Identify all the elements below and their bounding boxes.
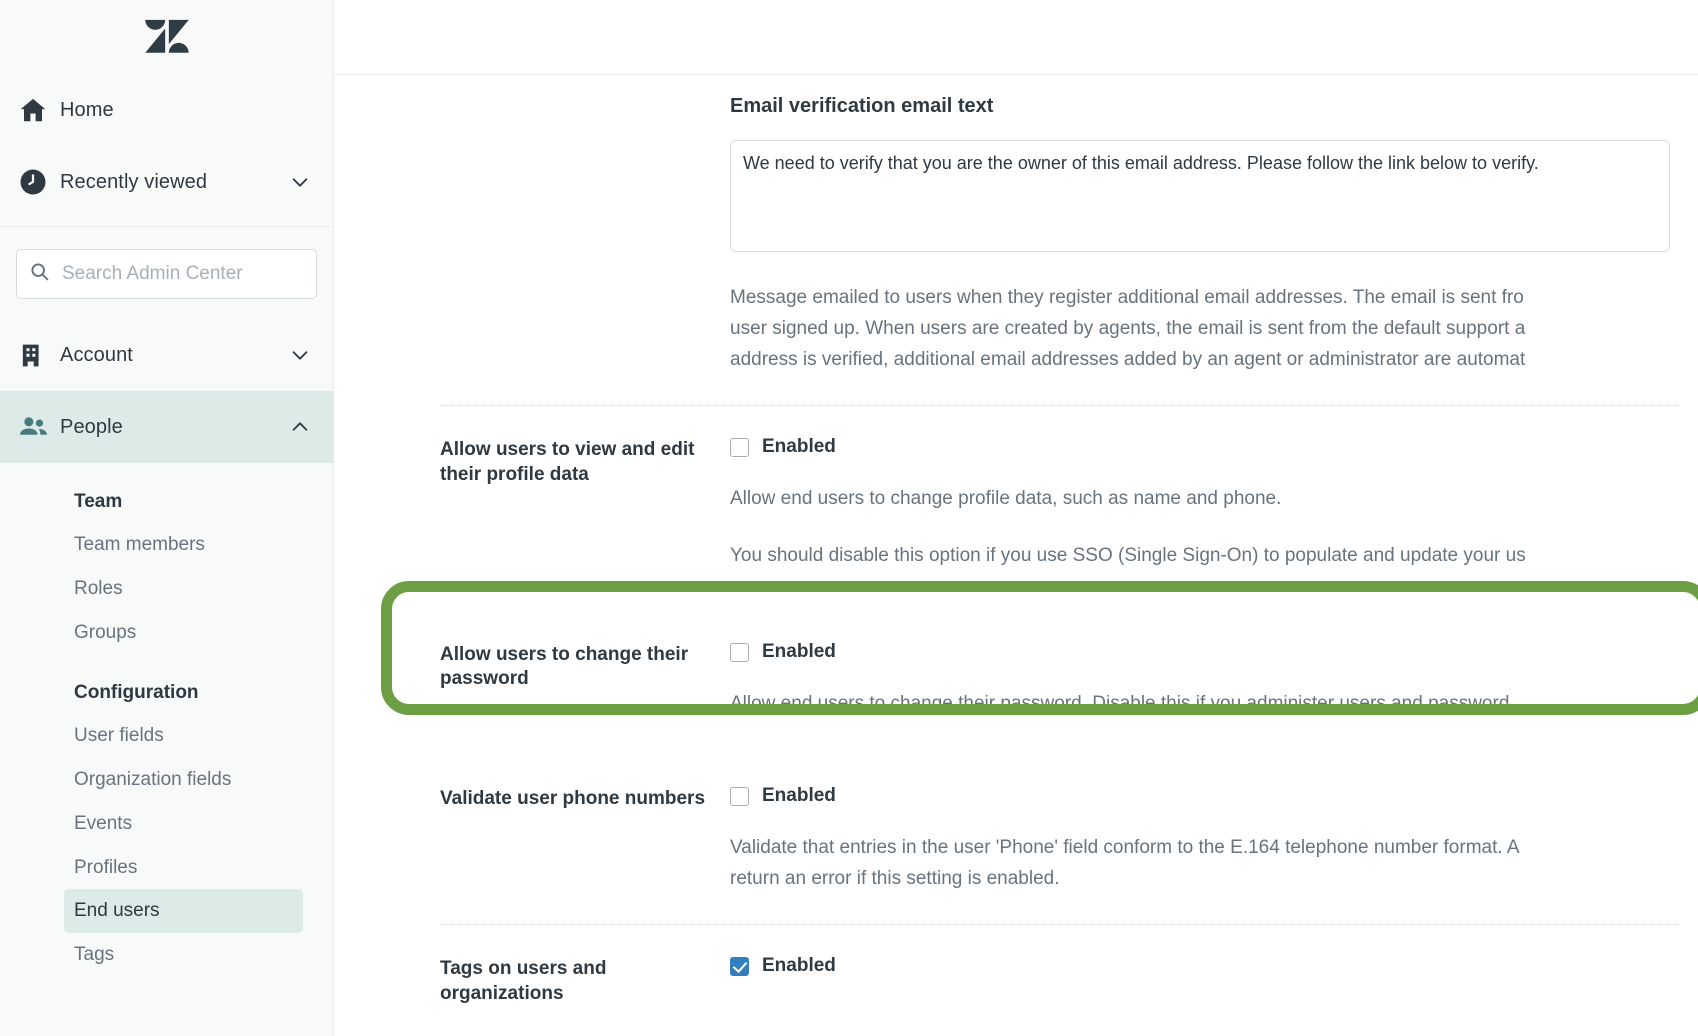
checkbox-label: Enabled [762, 436, 836, 458]
row-field: Enabled Validate that entries in the use… [730, 785, 1680, 894]
sidebar-item-team-members[interactable]: Team members [64, 523, 303, 567]
sidebar: Home Recently viewed Search Admin Center… [0, 0, 334, 1036]
validate-phone-checkbox[interactable] [730, 786, 749, 806]
search-box[interactable] [16, 249, 317, 299]
sidebar-item-label: Account [60, 343, 133, 366]
row-field: Enabled Allow end users to change profil… [730, 436, 1680, 571]
row-label-validate-phone: Validate user phone numbers [440, 788, 706, 810]
checkbox-label: Enabled [762, 955, 836, 977]
setting-row-email-verification: Email verification email text Message em… [440, 75, 1680, 405]
sidebar-item-recently-viewed[interactable]: Recently viewed [0, 146, 333, 218]
clock-icon [16, 167, 60, 197]
sidebar-item-label: Home [60, 98, 114, 121]
sidebar-item-tags[interactable]: Tags [64, 933, 303, 977]
search-input[interactable] [62, 263, 304, 285]
page-header [334, 0, 1698, 75]
setting-row-validate-phone: Validate user phone numbers Enabled Vali… [440, 757, 1680, 924]
profile-data-description-2: You should disable this option if you us… [730, 544, 1526, 566]
checkbox-row[interactable]: Enabled [730, 785, 1680, 807]
settings-form: Email verification email text Message em… [334, 75, 1698, 1036]
row-label-profile-data: Allow users to view and edit their profi… [440, 439, 695, 485]
people-icon [16, 412, 60, 443]
sidebar-item-groups[interactable]: Groups [64, 611, 303, 655]
subnav-group-configuration: Configuration [74, 682, 199, 704]
checkbox-row[interactable]: Enabled [730, 436, 1680, 458]
validate-phone-description: Validate that entries in the user 'Phone… [730, 837, 1520, 889]
row-label-tags: Tags on users and organizations [440, 958, 607, 1004]
tags-checkbox[interactable] [730, 956, 749, 976]
row-label [440, 95, 730, 97]
chevron-up-icon[interactable] [289, 416, 311, 438]
subnav-group-team: Team [74, 491, 123, 512]
sidebar-item-label: Recently viewed [60, 170, 208, 193]
primary-nav: Home Recently viewed [0, 74, 333, 226]
row-label-change-password: Allow users to change their password [440, 644, 689, 690]
sidebar-item-end-users[interactable]: End users [64, 889, 303, 933]
building-icon [16, 341, 60, 370]
field-title-email-verification: Email verification email text [730, 95, 994, 117]
search-container [0, 227, 333, 319]
profile-data-description-1: Allow end users to change profile data, … [730, 488, 1282, 510]
checkbox-label: Enabled [762, 785, 836, 807]
checkbox-row[interactable]: Enabled [730, 641, 1680, 663]
sidebar-item-home[interactable]: Home [0, 74, 333, 146]
change-password-checkbox[interactable] [730, 642, 749, 662]
main-content: Email verification email text Message em… [334, 0, 1698, 1036]
row-field: Enabled [730, 955, 1680, 977]
sidebar-item-people[interactable]: People [0, 391, 333, 463]
admin-center-app: Home Recently viewed Search Admin Center… [0, 0, 1698, 1036]
checkbox-row[interactable]: Enabled [730, 955, 1680, 977]
sidebar-item-account[interactable]: Account [0, 319, 333, 391]
search-icon [29, 261, 50, 287]
sidebar-item-label: People [60, 415, 123, 438]
chevron-down-icon[interactable] [289, 344, 311, 366]
profile-data-checkbox[interactable] [730, 437, 749, 457]
setting-row-tags: Tags on users and organizations Enabled [440, 925, 1680, 1036]
checkbox-label: Enabled [762, 641, 836, 663]
row-field: Email verification email text Message em… [730, 95, 1680, 375]
email-verification-helper-text: Message emailed to users when they regis… [730, 287, 1526, 370]
sidebar-item-profiles[interactable]: Profiles [64, 846, 303, 890]
sidebar-item-organization-fields[interactable]: Organization fields [64, 758, 303, 802]
sidebar-item-user-fields[interactable]: User fields [64, 714, 303, 758]
email-verification-textarea[interactable] [730, 140, 1670, 252]
brand-header [0, 0, 333, 74]
home-icon [16, 95, 60, 125]
setting-row-profile-data: Allow users to view and edit their profi… [440, 406, 1680, 601]
sidebar-item-events[interactable]: Events [64, 802, 303, 846]
change-password-description: Allow end users to change their password… [730, 693, 1510, 715]
setting-row-change-password: Allow users to change their password Ena… [440, 601, 1680, 757]
row-field: Enabled Allow end users to change their … [730, 641, 1680, 719]
sidebar-item-roles[interactable]: Roles [64, 567, 303, 611]
chevron-down-icon[interactable] [289, 171, 311, 193]
zendesk-logo-icon [144, 14, 190, 60]
people-subnav: Team Team members Roles Groups Configura… [0, 463, 333, 977]
